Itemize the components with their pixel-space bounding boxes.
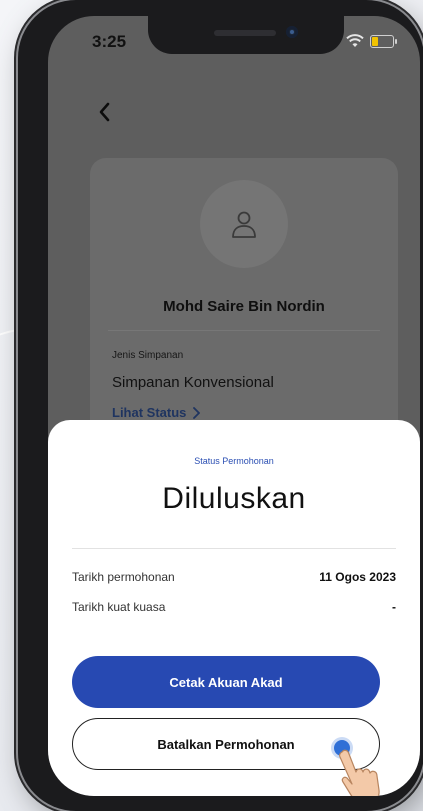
account-card: Mohd Saire Bin Nordin Jenis Simpanan Sim… [90,158,398,448]
view-status-link[interactable]: Lihat Status [112,405,201,420]
deposit-type-label: Jenis Simpanan [112,350,184,361]
phone-frame: 3:25 Mohd Saire Bin Nordin Jenis Simpana… [18,0,423,811]
sheet-caption: Status Permohonan [194,456,274,466]
phone-screen: 3:25 Mohd Saire Bin Nordin Jenis Simpana… [48,16,420,796]
status-time: 3:25 [92,32,127,51]
application-date-value: 11 Ogos 2023 [319,570,396,584]
speaker [214,30,276,36]
view-status-label: Lihat Status [112,405,187,420]
camera [286,26,298,38]
chevron-right-icon [193,406,201,419]
card-divider [108,330,380,331]
account-holder-name: Mohd Saire Bin Nordin [163,298,325,315]
avatar [200,180,288,268]
deposit-type-value: Simpanan Konvensional [112,374,274,391]
back-icon[interactable] [96,100,112,124]
effective-date-row: Tarikh kuat kuasa - [72,600,396,614]
wifi-icon [346,34,364,47]
user-icon [232,211,256,238]
application-date-label: Tarikh permohonan [72,570,175,584]
battery-icon [370,34,397,48]
pointer-hand-icon [339,749,380,796]
sheet-divider [72,548,396,549]
notch [148,16,344,54]
effective-date-label: Tarikh kuat kuasa [72,600,166,614]
application-status-title: Diluluskan [162,482,306,515]
status-bottom-sheet: Status Permohonan Diluluskan Tarikh perm… [48,420,420,796]
status-icons [346,34,397,48]
effective-date-value: - [392,600,396,614]
application-date-row: Tarikh permohonan 11 Ogos 2023 [72,570,396,584]
print-declaration-button[interactable]: Cetak Akuan Akad [72,656,380,708]
